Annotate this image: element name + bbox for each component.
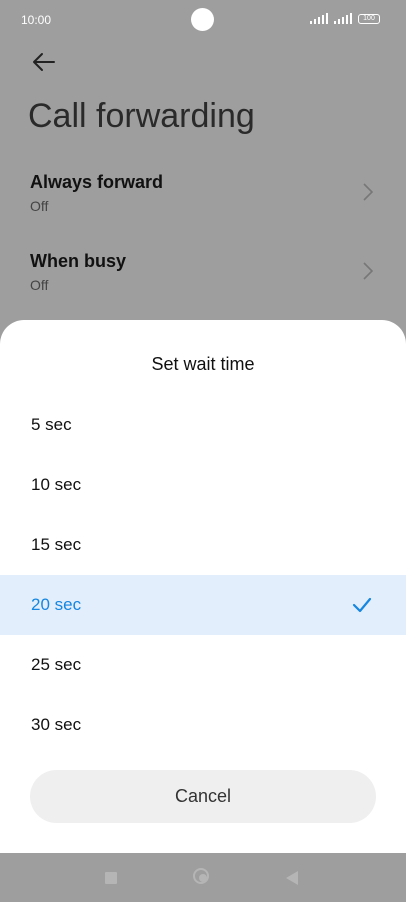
setting-title: Always forward bbox=[30, 172, 164, 192]
navigation-bar bbox=[0, 853, 406, 902]
signal-icons bbox=[310, 13, 352, 24]
wait-time-sheet: Set wait time 5 sec 10 sec 15 sec 20 sec… bbox=[0, 320, 406, 853]
arrow-left-icon bbox=[33, 53, 55, 71]
option-15-sec[interactable]: 15 sec bbox=[0, 515, 406, 575]
option-label: 30 sec bbox=[31, 715, 82, 734]
battery-level: 100 bbox=[363, 15, 375, 22]
triangle-back-icon[interactable] bbox=[286, 871, 298, 885]
setting-title: When busy bbox=[30, 251, 127, 271]
signal-icon bbox=[310, 13, 328, 24]
setting-value: Off bbox=[30, 198, 49, 214]
option-10-sec[interactable]: 10 sec bbox=[0, 455, 406, 515]
chevron-right-icon bbox=[363, 262, 374, 280]
option-5-sec[interactable]: 5 sec bbox=[0, 395, 406, 455]
option-25-sec[interactable]: 25 sec bbox=[0, 635, 406, 695]
option-20-sec[interactable]: 20 sec bbox=[0, 575, 406, 635]
battery-icon: 100 bbox=[358, 14, 380, 24]
status-bar: 10:00 100 bbox=[0, 0, 406, 40]
page-title: Call forwarding bbox=[28, 97, 255, 135]
signal-icon bbox=[334, 13, 352, 24]
setting-always-forward[interactable]: Always forward Off bbox=[0, 172, 406, 242]
camera-cutout bbox=[191, 8, 214, 31]
option-label: 5 sec bbox=[31, 415, 72, 434]
option-30-sec[interactable]: 30 sec bbox=[0, 695, 406, 755]
option-label: 25 sec bbox=[31, 655, 82, 674]
square-icon[interactable] bbox=[105, 872, 117, 884]
option-label: 20 sec bbox=[31, 595, 82, 614]
cancel-button[interactable]: Cancel bbox=[30, 770, 376, 823]
circle-icon[interactable] bbox=[193, 868, 209, 884]
chevron-right-icon bbox=[363, 183, 374, 201]
checkmark-icon bbox=[352, 597, 372, 613]
option-label: 10 sec bbox=[31, 475, 82, 494]
status-time: 10:00 bbox=[21, 13, 52, 27]
option-label: 15 sec bbox=[31, 535, 82, 554]
screen: 10:00 100 Call forwarding Always forward… bbox=[0, 0, 406, 902]
sheet-title: Set wait time bbox=[151, 354, 255, 374]
home-dot bbox=[199, 874, 207, 882]
setting-value: Off bbox=[30, 277, 49, 293]
back-button[interactable] bbox=[28, 48, 60, 76]
setting-when-busy[interactable]: When busy Off bbox=[0, 251, 406, 321]
